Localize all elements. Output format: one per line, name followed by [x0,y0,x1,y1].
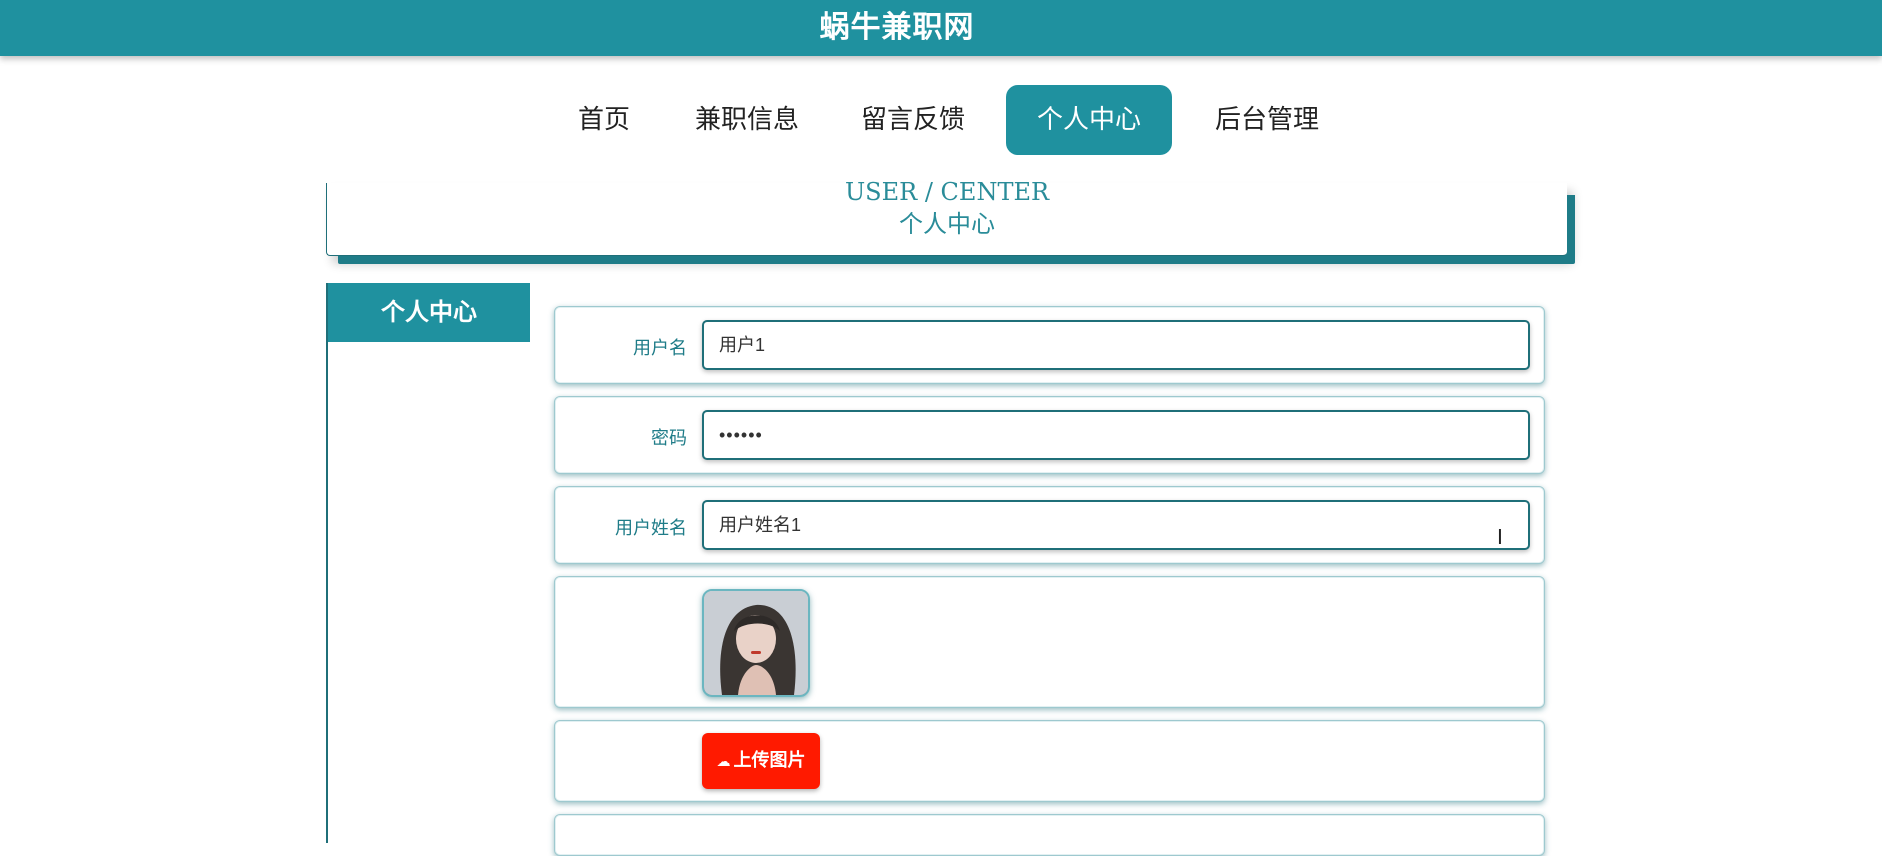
realname-input[interactable]: 用户姓名1 [702,500,1530,550]
nav-job-info[interactable]: 兼职信息 [690,85,804,155]
nav-home[interactable]: 首页 [572,85,636,155]
banner-title-en: USER / CENTER [844,178,1050,206]
password-input[interactable]: •••••• [702,410,1530,460]
nav-feedback[interactable]: 留言反馈 [856,85,970,155]
password-row: 密码 •••••• [554,396,1545,474]
nav-admin[interactable]: 后台管理 [1210,85,1324,155]
next-row [554,814,1545,856]
banner-title-cn: 个人中心 [899,210,995,238]
page-banner: USER / CENTER 个人中心 [326,178,1567,256]
upload-label: 上传图片 [733,750,806,771]
avatar-image[interactable] [702,589,810,697]
sidebar: 个人中心 [326,283,530,843]
realname-row: 用户姓名 用户姓名1 [554,486,1545,564]
user-photo-icon [704,591,808,695]
main-nav: 首页 兼职信息 留言反馈 个人中心 后台管理 [0,85,1882,155]
avatar-row [554,576,1545,708]
username-input[interactable]: 用户1 [702,320,1530,370]
username-label: 用户名 [633,338,687,359]
username-row: 用户名 用户1 [554,306,1545,384]
nav-user-center[interactable]: 个人中心 [1006,85,1172,155]
cloud-upload-icon: ☁ [716,754,731,770]
site-header: 蜗牛兼职网 [0,0,1882,56]
text-cursor-icon: I [1497,525,1503,549]
upload-row: ☁ 上传图片 [554,720,1545,802]
sidebar-title[interactable]: 个人中心 [328,283,530,342]
password-label: 密码 [651,428,687,449]
site-title: 蜗牛兼职网 [819,10,975,45]
realname-label: 用户姓名 [615,518,687,539]
upload-image-button[interactable]: ☁ 上传图片 [702,733,820,789]
